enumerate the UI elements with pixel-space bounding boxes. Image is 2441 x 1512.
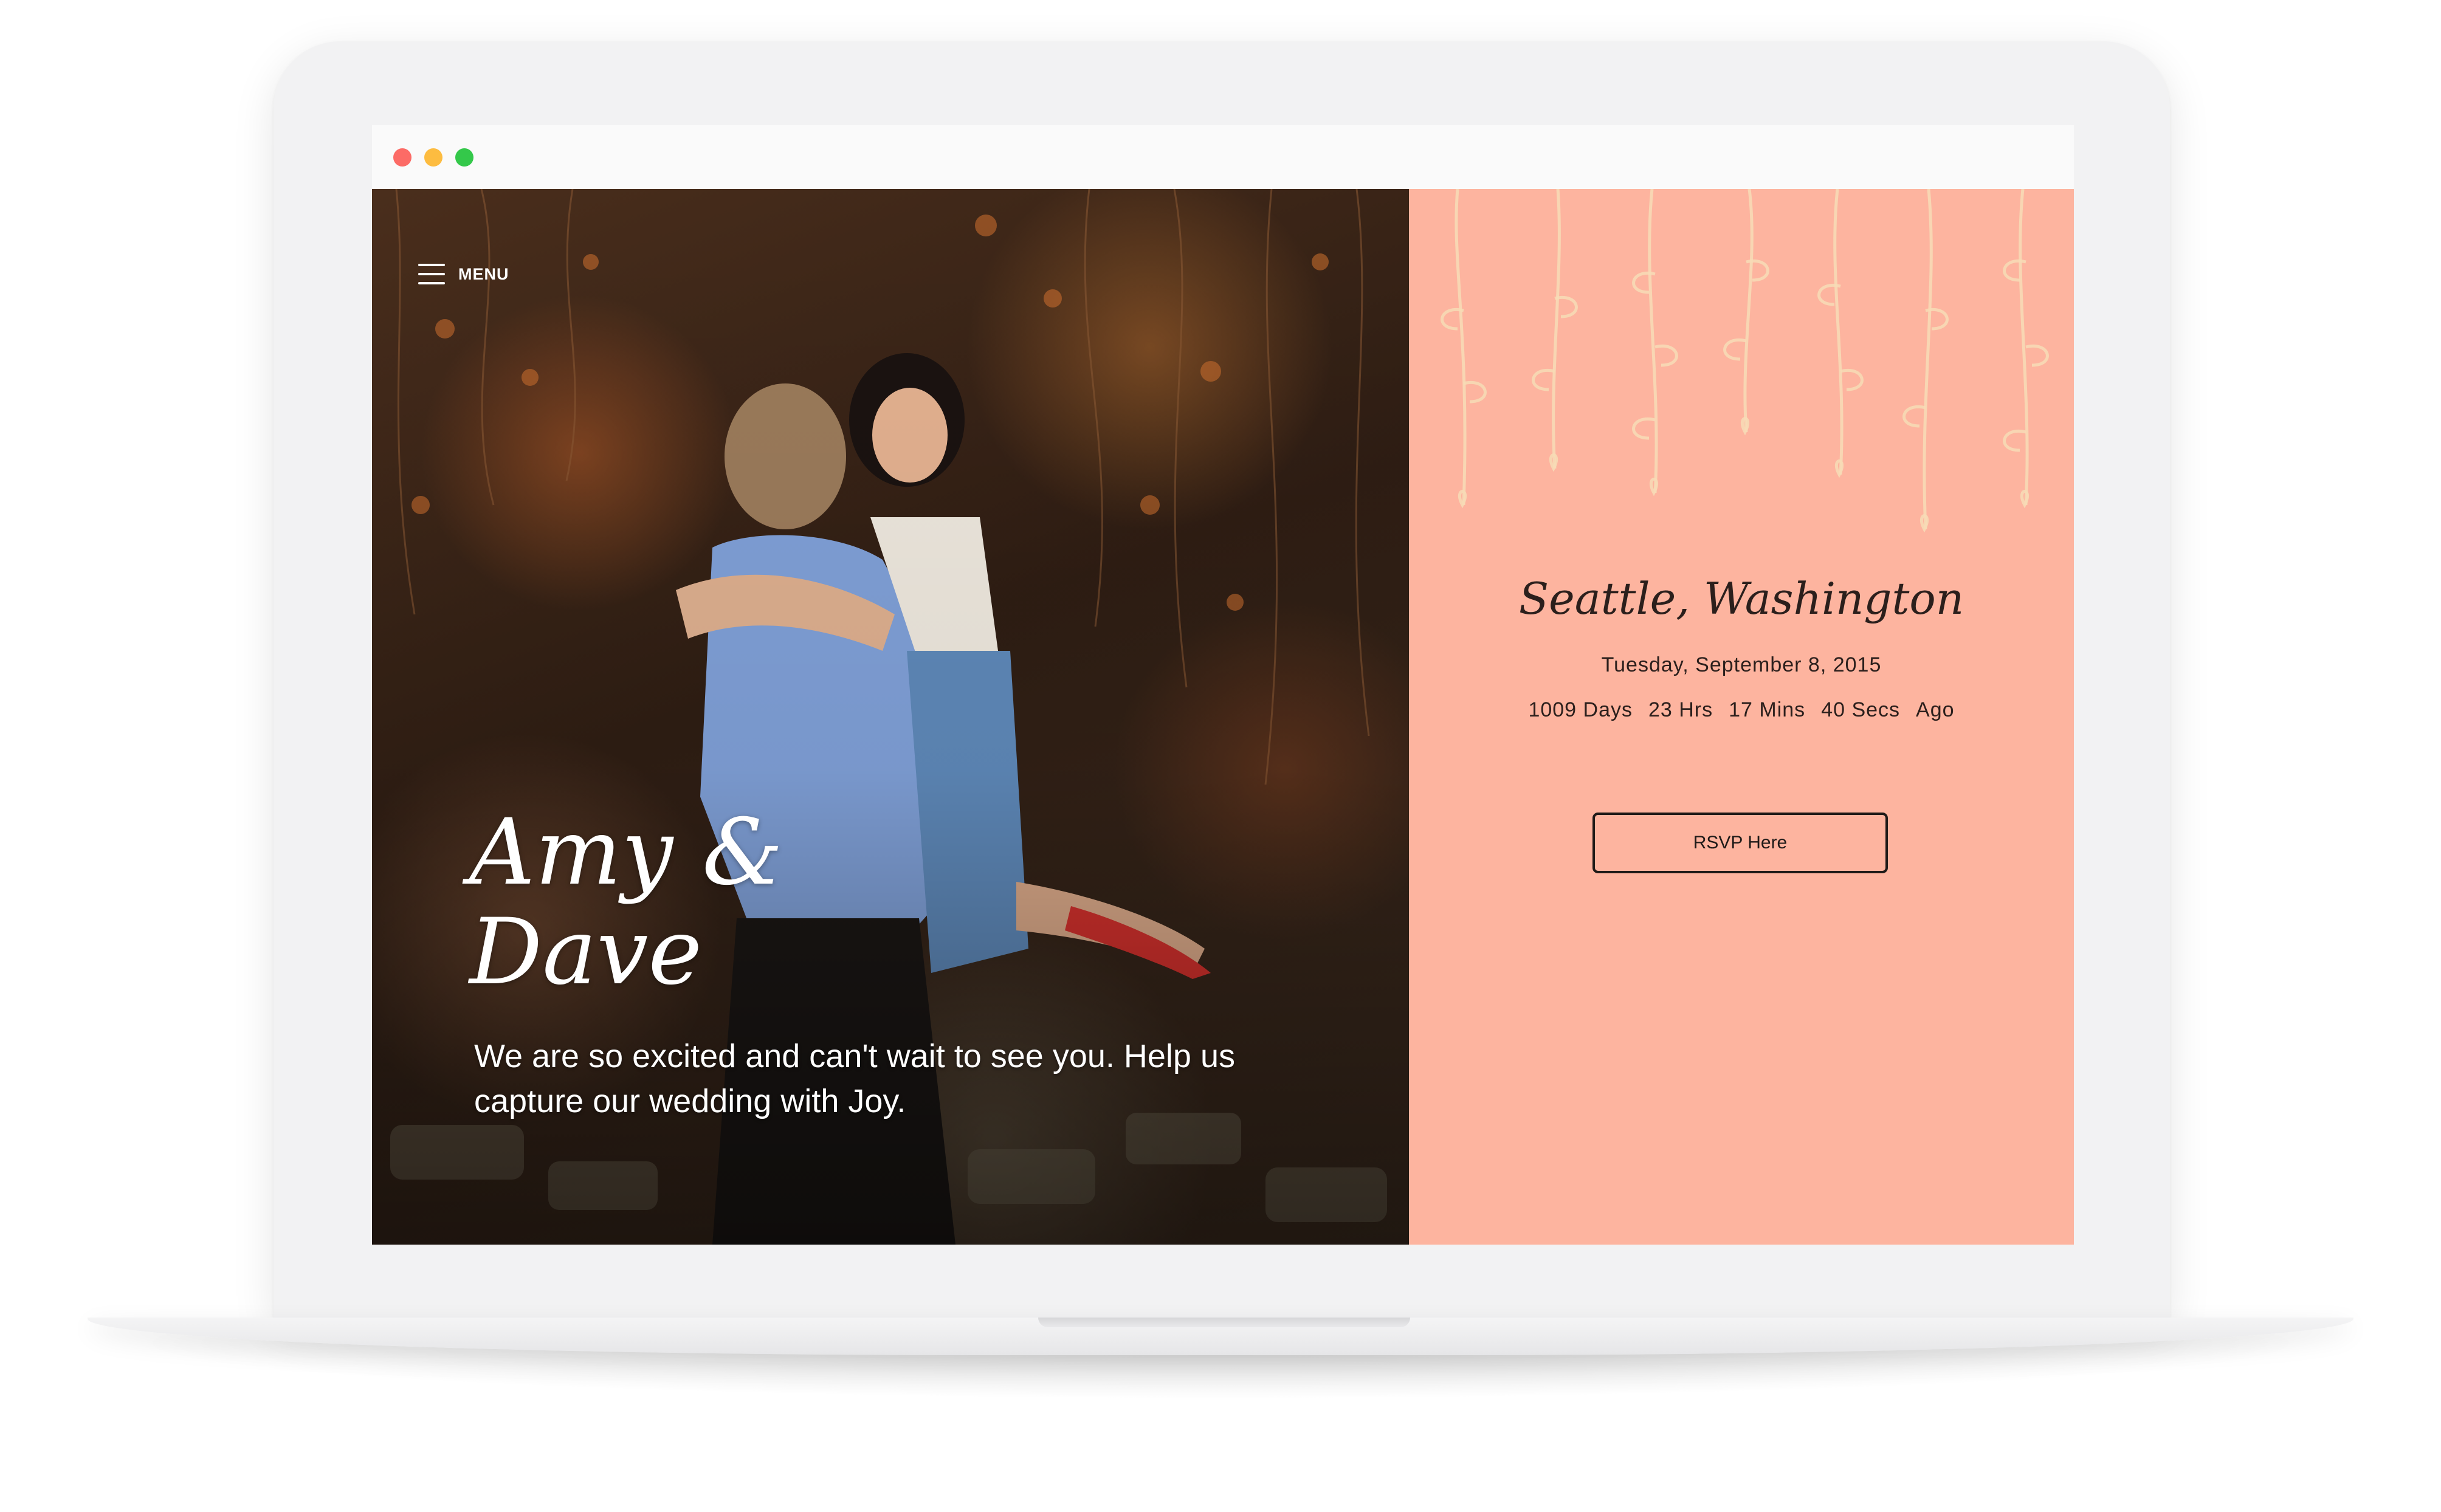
menu-label: MENU	[458, 264, 509, 283]
maximize-window-button[interactable]	[455, 148, 473, 167]
countdown-hours: 23 Hrs	[1648, 698, 1713, 721]
rsvp-button[interactable]: RSVP Here	[1592, 813, 1888, 873]
countdown-seconds: 40 Secs	[1821, 698, 1901, 721]
menu-button[interactable]: MENU	[418, 261, 509, 287]
event-details-panel: Seattle, Washington Tuesday, September 8…	[1409, 189, 2074, 1245]
couple-names: Amy & Dave	[469, 800, 783, 1005]
browser-window: MENU Amy & Dave We are so excited and ca…	[372, 125, 2074, 1245]
event-date: Tuesday, September 8, 2015	[1601, 653, 1882, 676]
laptop-notch	[1038, 1318, 1410, 1327]
countdown-timer: 1009 Days 23 Hrs 17 Mins 40 Secs Ago	[1409, 698, 2074, 722]
countdown-minutes: 17 Mins	[1729, 698, 1806, 721]
welcome-tagline: We are so excited and can't wait to see …	[474, 1038, 1235, 1119]
window-title-bar	[372, 125, 2074, 189]
hamburger-icon	[418, 264, 445, 284]
hero-photo: MENU Amy & Dave We are so excited and ca…	[372, 189, 1409, 1245]
countdown-suffix: Ago	[1916, 698, 1955, 721]
event-location: Seattle, Washington	[1518, 573, 1964, 624]
minimize-window-button[interactable]	[424, 148, 442, 167]
close-window-button[interactable]	[393, 148, 411, 167]
countdown-days: 1009 Days	[1528, 698, 1633, 721]
hanging-vines-decoration	[1441, 189, 2049, 533]
